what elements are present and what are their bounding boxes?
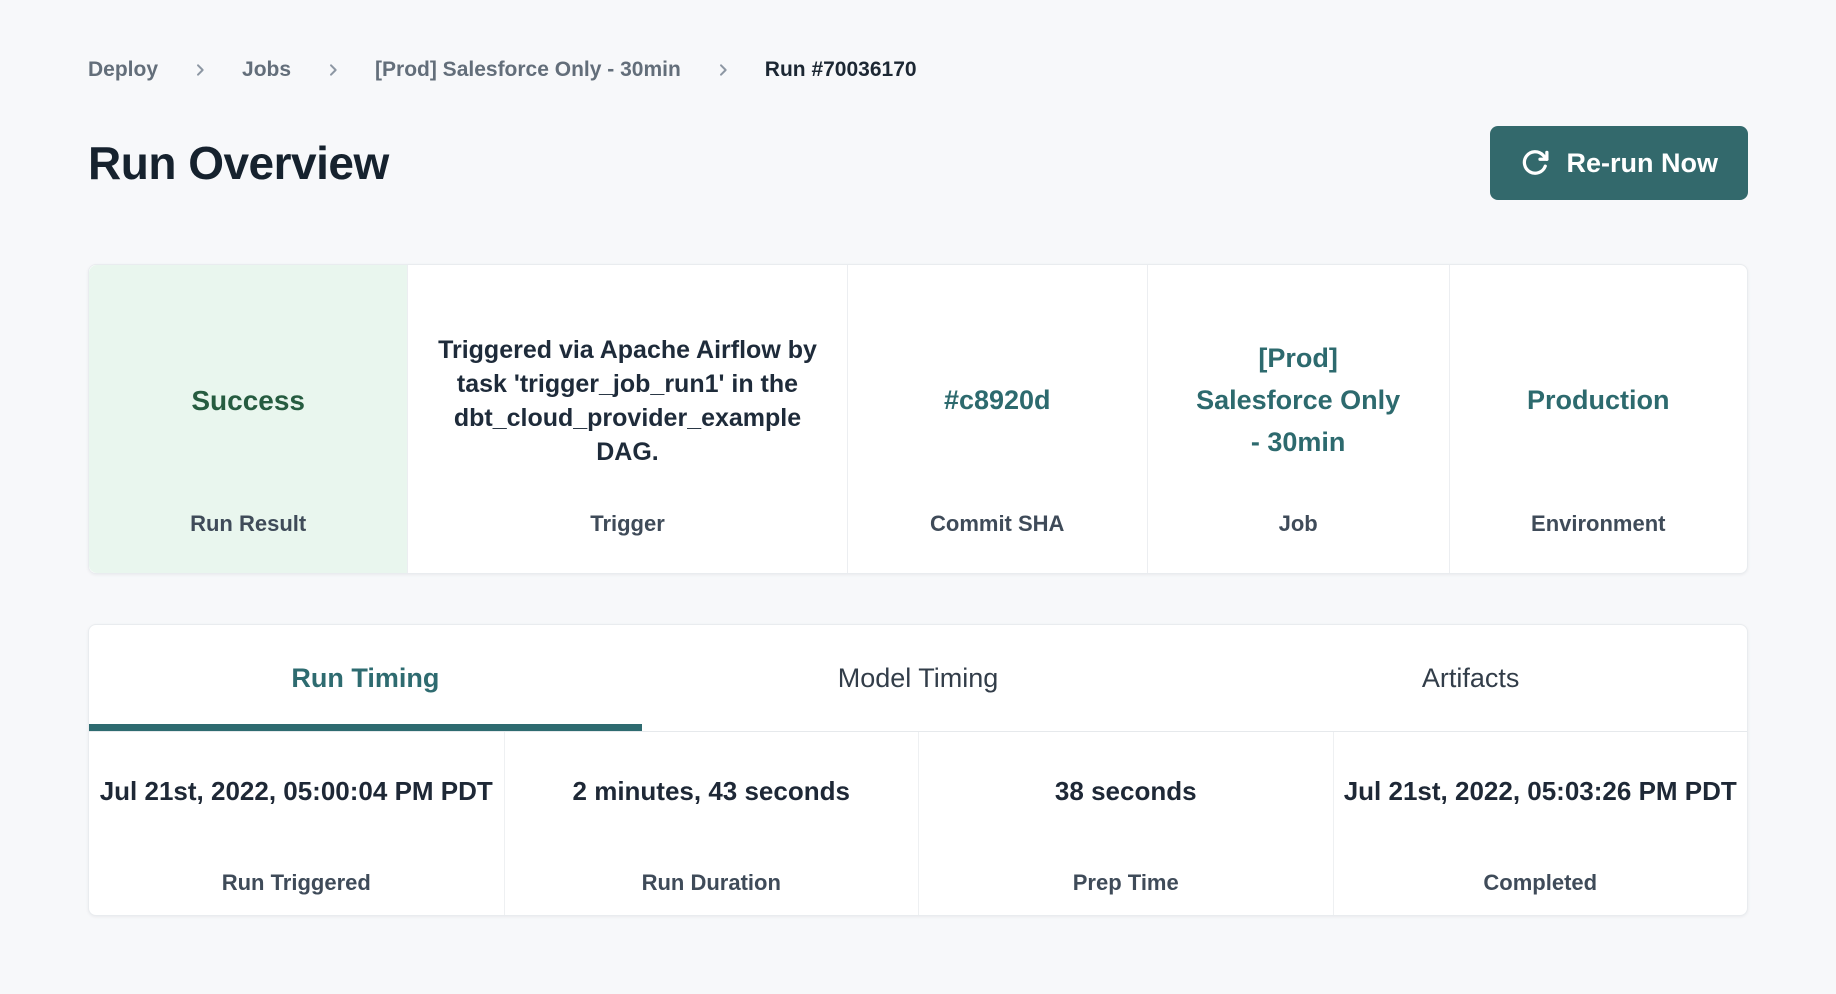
completed-value: Jul 21st, 2022, 05:03:26 PM PDT (1344, 774, 1737, 870)
rerun-now-button[interactable]: Re-run Now (1490, 126, 1749, 200)
environment-link[interactable]: Production (1527, 380, 1670, 422)
job-label: Job (1148, 511, 1449, 573)
page-title: Run Overview (88, 136, 389, 190)
job-link[interactable]: [Prod] Salesforce Only - 30min (1191, 338, 1406, 464)
timing-tab-bar: Run Timing Model Timing Artifacts (89, 625, 1747, 732)
prep-time-label: Prep Time (1073, 870, 1179, 896)
chevron-right-icon (325, 62, 341, 78)
prep-time-cell: 38 seconds Prep Time (918, 732, 1333, 915)
tab-run-timing[interactable]: Run Timing (89, 625, 642, 731)
run-result-label: Run Result (89, 511, 407, 573)
tab-model-timing[interactable]: Model Timing (642, 625, 1195, 731)
run-overview-page: Deploy Jobs [Prod] Salesforce Only - 30m… (0, 0, 1836, 916)
run-duration-value: 2 minutes, 43 seconds (573, 774, 850, 870)
rerun-now-label: Re-run Now (1567, 148, 1719, 179)
page-header: Run Overview Re-run Now (88, 126, 1748, 200)
rotate-cw-icon (1520, 148, 1550, 178)
tab-artifacts[interactable]: Artifacts (1194, 625, 1747, 731)
completed-label: Completed (1483, 870, 1597, 896)
breadcrumb: Deploy Jobs [Prod] Salesforce Only - 30m… (88, 0, 1748, 82)
commit-sha-card: #c8920d Commit SHA (847, 265, 1147, 573)
run-duration-cell: 2 minutes, 43 seconds Run Duration (504, 732, 919, 915)
environment-card: Production Environment (1449, 265, 1747, 573)
chevron-right-icon (192, 62, 208, 78)
run-result-card: Success Run Result (89, 265, 407, 573)
chevron-right-icon (715, 62, 731, 78)
job-card: [Prod] Salesforce Only - 30min Job (1147, 265, 1449, 573)
run-duration-label: Run Duration (642, 870, 781, 896)
run-timing-stats: Jul 21st, 2022, 05:00:04 PM PDT Run Trig… (89, 732, 1747, 915)
breadcrumb-job-name[interactable]: [Prod] Salesforce Only - 30min (375, 58, 681, 82)
prep-time-value: 38 seconds (1055, 774, 1197, 870)
run-triggered-cell: Jul 21st, 2022, 05:00:04 PM PDT Run Trig… (89, 732, 504, 915)
breadcrumb-current-run: Run #70036170 (765, 58, 917, 82)
trigger-label: Trigger (408, 511, 846, 573)
trigger-value: Triggered via Apache Airflow by task 'tr… (438, 333, 818, 469)
run-result-value: Success (191, 385, 305, 417)
run-triggered-label: Run Triggered (222, 870, 371, 896)
environment-label: Environment (1450, 511, 1747, 573)
completed-cell: Jul 21st, 2022, 05:03:26 PM PDT Complete… (1333, 732, 1748, 915)
run-summary-cards: Success Run Result Triggered via Apache … (88, 264, 1748, 574)
timing-panel: Run Timing Model Timing Artifacts Jul 21… (88, 624, 1748, 916)
trigger-card: Triggered via Apache Airflow by task 'tr… (407, 265, 846, 573)
commit-sha-link[interactable]: #c8920d (944, 380, 1051, 422)
run-triggered-value: Jul 21st, 2022, 05:00:04 PM PDT (100, 774, 493, 870)
commit-sha-label: Commit SHA (848, 511, 1147, 573)
breadcrumb-jobs[interactable]: Jobs (242, 58, 291, 82)
breadcrumb-deploy[interactable]: Deploy (88, 58, 158, 82)
